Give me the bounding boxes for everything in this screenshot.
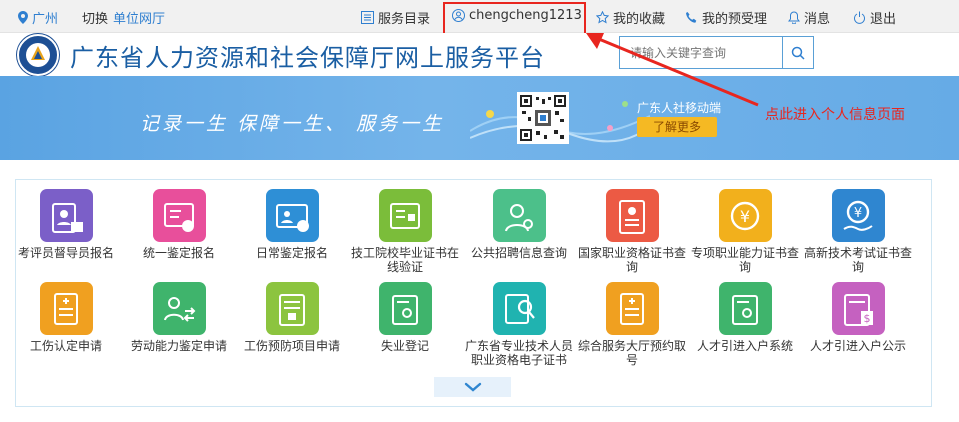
- site-logo[interactable]: [17, 34, 59, 76]
- logo-emblem-icon: [26, 43, 50, 67]
- id-card-edit-icon: [265, 189, 319, 242]
- service-tile-label: 工伤预防项目申请: [243, 339, 340, 353]
- service-tile[interactable]: 技工院校毕业证书在线验证: [349, 189, 461, 274]
- certificate-search-icon: [492, 282, 546, 335]
- service-tile[interactable]: ¥ 专项职业能力证书查询: [689, 189, 801, 274]
- notice-dollar-icon: $: [831, 282, 885, 335]
- certificate-signup-icon: [152, 189, 206, 242]
- service-tile[interactable]: 国家职业资格证书查询: [576, 189, 688, 274]
- chevron-down-icon: [464, 382, 481, 392]
- switch-link[interactable]: 切换: [82, 8, 108, 27]
- yen-hand-icon: ¥: [831, 189, 885, 242]
- service-directory-link[interactable]: 服务目录: [361, 8, 430, 27]
- banner-slogan: 记录一生 保障一生、 服务一生: [140, 113, 445, 135]
- service-tile[interactable]: 广东省专业技术人员职业资格电子证书: [463, 282, 575, 367]
- qualification-doc-icon: [605, 189, 659, 242]
- header: 广东省人力资源和社会保障厅网上服务平台: [0, 33, 959, 76]
- service-tile[interactable]: 公共招聘信息查询: [463, 189, 575, 260]
- annotation-text: 点此进入个人信息页面: [765, 107, 905, 123]
- site-title: 广东省人力资源和社会保障厅网上服务平台: [70, 44, 545, 72]
- grid-list-icon: [361, 11, 374, 24]
- learn-more-button[interactable]: 了解更多: [637, 117, 717, 137]
- service-tile-label: 人才引进入户公示: [809, 339, 906, 353]
- svg-text:¥: ¥: [740, 207, 750, 226]
- svg-text:$: $: [864, 312, 871, 325]
- map-pin-icon: [18, 11, 28, 24]
- service-tile[interactable]: 统一鉴定报名: [123, 189, 235, 260]
- service-tile-label: 公共招聘信息查询: [470, 246, 567, 260]
- location-selector[interactable]: 广州: [18, 8, 58, 27]
- logout-label: 退出: [870, 12, 897, 27]
- yen-coin-icon: ¥: [718, 189, 772, 242]
- power-icon: [854, 11, 865, 24]
- service-tile[interactable]: 失业登记: [349, 282, 461, 353]
- document-plus-icon: [39, 282, 93, 335]
- person-card-icon: [39, 189, 93, 242]
- messages-label: 消息: [804, 12, 831, 27]
- service-tile[interactable]: $ 人才引进入户公示: [802, 282, 914, 353]
- person-list-icon: [378, 282, 432, 335]
- service-tile[interactable]: 综合服务大厅预约取号: [576, 282, 688, 367]
- service-tile[interactable]: 劳动能力鉴定申请: [123, 282, 235, 353]
- star-icon: [596, 11, 609, 24]
- service-tile[interactable]: 人才引进入户系统: [689, 282, 801, 353]
- recruit-search-icon: [492, 189, 546, 242]
- logout-link[interactable]: 退出: [853, 8, 896, 27]
- messages-link[interactable]: 消息: [788, 8, 830, 27]
- service-tile[interactable]: 工伤认定申请: [10, 282, 122, 353]
- svg-text:¥: ¥: [854, 206, 862, 221]
- service-tile-label: 广东省专业技术人员职业资格电子证书: [464, 339, 573, 367]
- service-tile-label: 考评员督导员报名: [17, 246, 114, 260]
- service-tile-label: 高新技术考试证书查询: [803, 246, 912, 274]
- service-tile[interactable]: 日常鉴定报名: [236, 189, 348, 260]
- service-tile-label: 专项职业能力证书查询: [690, 246, 799, 274]
- expand-more-button[interactable]: [434, 377, 511, 397]
- diploma-lock-icon: [378, 189, 432, 242]
- service-tile-label: 统一鉴定报名: [142, 246, 215, 260]
- qr-code-icon: [517, 92, 569, 144]
- bell-icon: [788, 11, 800, 24]
- search-icon: [791, 46, 805, 60]
- service-tile-label: 技工院校毕业证书在线验证: [350, 246, 459, 274]
- service-tile-label: 劳动能力鉴定申请: [130, 339, 227, 353]
- service-tile-label: 综合服务大厅预约取号: [577, 339, 686, 367]
- ticket-number-icon: [605, 282, 659, 335]
- service-tile[interactable]: 工伤预防项目申请: [236, 282, 348, 353]
- service-tile[interactable]: 考评员督导员报名: [10, 189, 122, 260]
- people-switch-icon: [152, 282, 206, 335]
- unit-hall-link[interactable]: 单位网厅: [113, 8, 165, 27]
- location-label: 广州: [32, 12, 59, 27]
- service-directory-label: 服务目录: [378, 12, 431, 27]
- service-tile-label: 国家职业资格证书查询: [577, 246, 686, 274]
- talent-person-icon: [718, 282, 772, 335]
- service-tile[interactable]: ¥ 高新技术考试证书查询: [802, 189, 914, 274]
- service-tile-label: 失业登记: [380, 339, 429, 353]
- document-lock-icon: [265, 282, 319, 335]
- phone-icon: [686, 12, 697, 23]
- service-tile-label: 工伤认定申请: [29, 339, 102, 353]
- search-button[interactable]: [782, 37, 813, 68]
- annotation-arrow: [586, 33, 759, 107]
- service-tile-label: 日常鉴定报名: [255, 246, 328, 260]
- service-tile-label: 人才引进入户系统: [696, 339, 793, 353]
